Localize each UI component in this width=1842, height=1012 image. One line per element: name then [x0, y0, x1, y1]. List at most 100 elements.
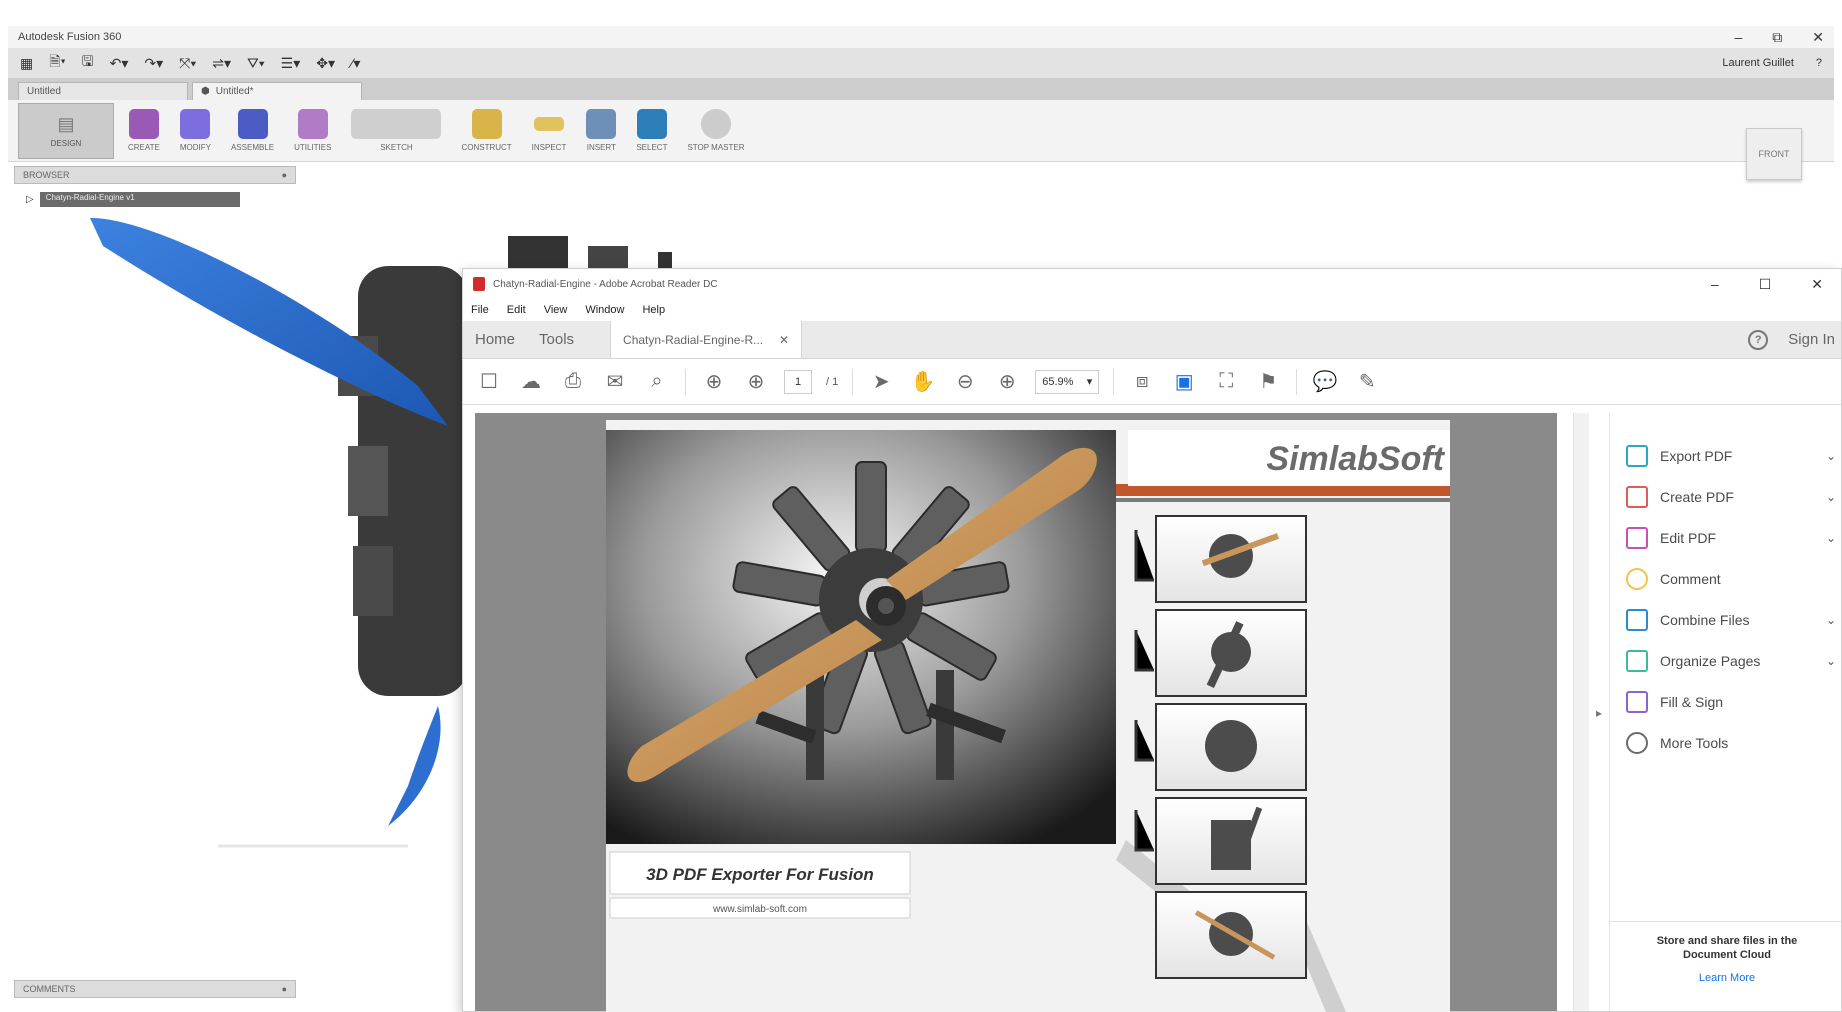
chevron-down-icon[interactable]: ⌄ — [1826, 531, 1836, 545]
tool-export-pdf[interactable]: Export PDF ⌄ — [1626, 445, 1836, 467]
tool-label: Combine Files — [1660, 612, 1750, 628]
hand-tool-icon[interactable]: ✋ — [909, 368, 937, 396]
menu-help[interactable]: Help — [642, 304, 665, 316]
grid-icon[interactable]: ▦ — [20, 55, 33, 72]
file-icon[interactable]: 🗎▾ — [49, 51, 65, 75]
tool-comment[interactable]: Comment — [1626, 568, 1836, 590]
close-icon[interactable]: ✕ — [1811, 276, 1823, 293]
document-cloud-promo: Store and share files in the Document Cl… — [1610, 921, 1841, 1011]
ribbon-inspect[interactable]: INSPECT — [526, 105, 573, 156]
tool-edit-pdf[interactable]: Edit PDF ⌄ — [1626, 527, 1836, 549]
chevron-down-icon[interactable]: ⌄ — [1826, 490, 1836, 504]
pin-icon[interactable]: ● — [282, 170, 287, 180]
ribbon-insert[interactable]: INSERT — [580, 105, 622, 156]
tab-document[interactable]: Chatyn-Radial-Engine-R... ✕ — [610, 321, 803, 358]
pdf-url[interactable]: www.simlab-soft.com — [712, 904, 807, 915]
pin-icon[interactable]: ● — [282, 984, 287, 994]
browser-root-item[interactable]: ▷ Chatyn-Radial-Engine v1 — [26, 192, 240, 207]
read-mode-icon[interactable]: ⚑ — [1254, 368, 1282, 396]
menu-file[interactable]: File — [471, 304, 489, 316]
menu-edit[interactable]: Edit — [507, 304, 526, 316]
ribbon-utilities[interactable]: UTILITIES — [288, 105, 337, 156]
pdf-caption: 3D PDF Exporter For Fusion — [646, 865, 874, 884]
combine-files-icon — [1626, 609, 1648, 631]
filter-icon[interactable]: ⛛▾ — [247, 55, 265, 72]
menu-window[interactable]: Window — [585, 304, 624, 316]
print-icon[interactable]: ⎙ — [559, 368, 587, 396]
ribbon-stop-master[interactable]: STOP MASTER — [681, 105, 750, 156]
fusion-tab-1[interactable]: Untitled — [18, 82, 188, 100]
close-tab-icon[interactable]: ✕ — [779, 333, 789, 347]
layers-icon[interactable]: ☰▾ — [281, 55, 301, 72]
pen-icon[interactable]: ✎ — [1353, 368, 1381, 396]
tool-fill-sign[interactable]: Fill & Sign — [1626, 691, 1836, 713]
undo-icon[interactable]: ↶▾ — [110, 55, 129, 72]
joint-icon[interactable]: ✥▾ — [316, 55, 335, 72]
minimize-icon[interactable]: – — [1734, 29, 1742, 46]
chevron-down-icon[interactable]: ⌄ — [1826, 613, 1836, 627]
pointer-icon[interactable]: ➤ — [867, 368, 895, 396]
tab-tools[interactable]: Tools — [527, 321, 586, 358]
browser-panel-header[interactable]: BROWSER ● — [14, 166, 296, 184]
bookmark-icon[interactable]: ☐ — [475, 368, 503, 396]
tool-more-tools[interactable]: More Tools — [1626, 732, 1836, 754]
ribbon-sketch[interactable]: SKETCH — [345, 105, 447, 156]
ribbon-construct[interactable]: CONSTRUCT — [455, 105, 517, 156]
stop-master-icon — [701, 109, 731, 139]
user-menu[interactable]: Laurent Guillet — [1722, 57, 1794, 69]
ribbon-select[interactable]: SELECT — [630, 105, 673, 156]
workspace-switcher[interactable]: ▤ DESIGN — [18, 102, 114, 159]
save-icon[interactable]: 🖫 — [82, 51, 94, 75]
fusion-tab-2[interactable]: ⬢ Untitled* — [192, 82, 362, 100]
fit-page-icon[interactable]: ⧈ — [1128, 368, 1156, 396]
expand-pane-icon[interactable]: ▸ — [1589, 413, 1609, 1011]
full-screen-icon[interactable]: ⛶ — [1212, 368, 1240, 396]
tool-label: More Tools — [1660, 735, 1729, 751]
learn-more-link[interactable]: Learn More — [1610, 972, 1841, 984]
ribbon-create[interactable]: CREATE — [122, 105, 166, 156]
tool-combine-files[interactable]: Combine Files ⌄ — [1626, 609, 1836, 631]
help-icon[interactable]: ? — [1748, 329, 1769, 350]
tool-label: Organize Pages — [1660, 653, 1761, 669]
comment-icon[interactable]: 💬 — [1311, 368, 1339, 396]
redo-icon[interactable]: ↷▾ — [144, 55, 163, 72]
page-down-icon[interactable]: ⊕ — [742, 368, 770, 396]
pdf-page-art: SimlabSoft 3D PDF Exporter For Fusion ww… — [606, 420, 1450, 1012]
ribbon-assemble[interactable]: ASSEMBLE — [225, 105, 280, 156]
chevron-down-icon[interactable]: ⌄ — [1826, 449, 1836, 463]
minimize-icon[interactable]: – — [1711, 276, 1719, 293]
script-icon[interactable]: ⁄▾ — [351, 55, 360, 72]
expand-icon[interactable]: ▷ — [26, 194, 34, 205]
tool-label: Comment — [1660, 571, 1721, 587]
chevron-down-icon[interactable]: ⌄ — [1826, 654, 1836, 668]
restore-icon[interactable]: ⧉ — [1772, 29, 1782, 46]
ribbon-modify[interactable]: MODIFY — [174, 105, 217, 156]
zoom-level-select[interactable]: 65.9% ▾ — [1035, 369, 1100, 394]
tool-create-pdf[interactable]: Create PDF ⌄ — [1626, 486, 1836, 508]
measure-icon[interactable]: ⇌▾ — [212, 55, 231, 72]
zoom-value: 65.9% — [1042, 375, 1074, 388]
pdf-thumbnail-strip — [1134, 515, 1307, 979]
search-icon[interactable]: ⌕ — [643, 368, 671, 396]
tool-organize-pages[interactable]: Organize Pages ⌄ — [1626, 650, 1836, 672]
vertical-scrollbar[interactable] — [1573, 413, 1589, 1011]
page-number-input[interactable]: 1 — [784, 369, 812, 394]
tab-home[interactable]: Home — [463, 321, 527, 358]
zoom-in-icon[interactable]: ⊕ — [993, 368, 1021, 396]
sign-in-button[interactable]: Sign In — [1788, 331, 1835, 348]
menu-view[interactable]: View — [544, 304, 568, 316]
maximize-icon[interactable]: ☐ — [1759, 276, 1772, 293]
fusion-ribbon: ▤ DESIGN CREATE MODIFY ASSEMBLE UTILITIE… — [8, 100, 1834, 162]
workspace-label: DESIGN — [50, 138, 82, 148]
zoom-out-icon[interactable]: ⊖ — [951, 368, 979, 396]
cloud-upload-icon[interactable]: ☁ — [517, 368, 545, 396]
toolbar-separator — [852, 368, 854, 395]
page-up-icon[interactable]: ⊕ — [700, 368, 728, 396]
view-cube[interactable]: FRONT — [1746, 128, 1802, 180]
help-icon[interactable]: ? — [1816, 57, 1822, 69]
scroll-mode-icon[interactable]: ▣ — [1170, 368, 1198, 396]
comments-panel-header[interactable]: COMMENTS ● — [14, 980, 296, 998]
close-icon[interactable]: ✕ — [1812, 29, 1824, 46]
email-icon[interactable]: ✉ — [601, 368, 629, 396]
move-icon[interactable]: ⤧▾ — [179, 55, 196, 72]
